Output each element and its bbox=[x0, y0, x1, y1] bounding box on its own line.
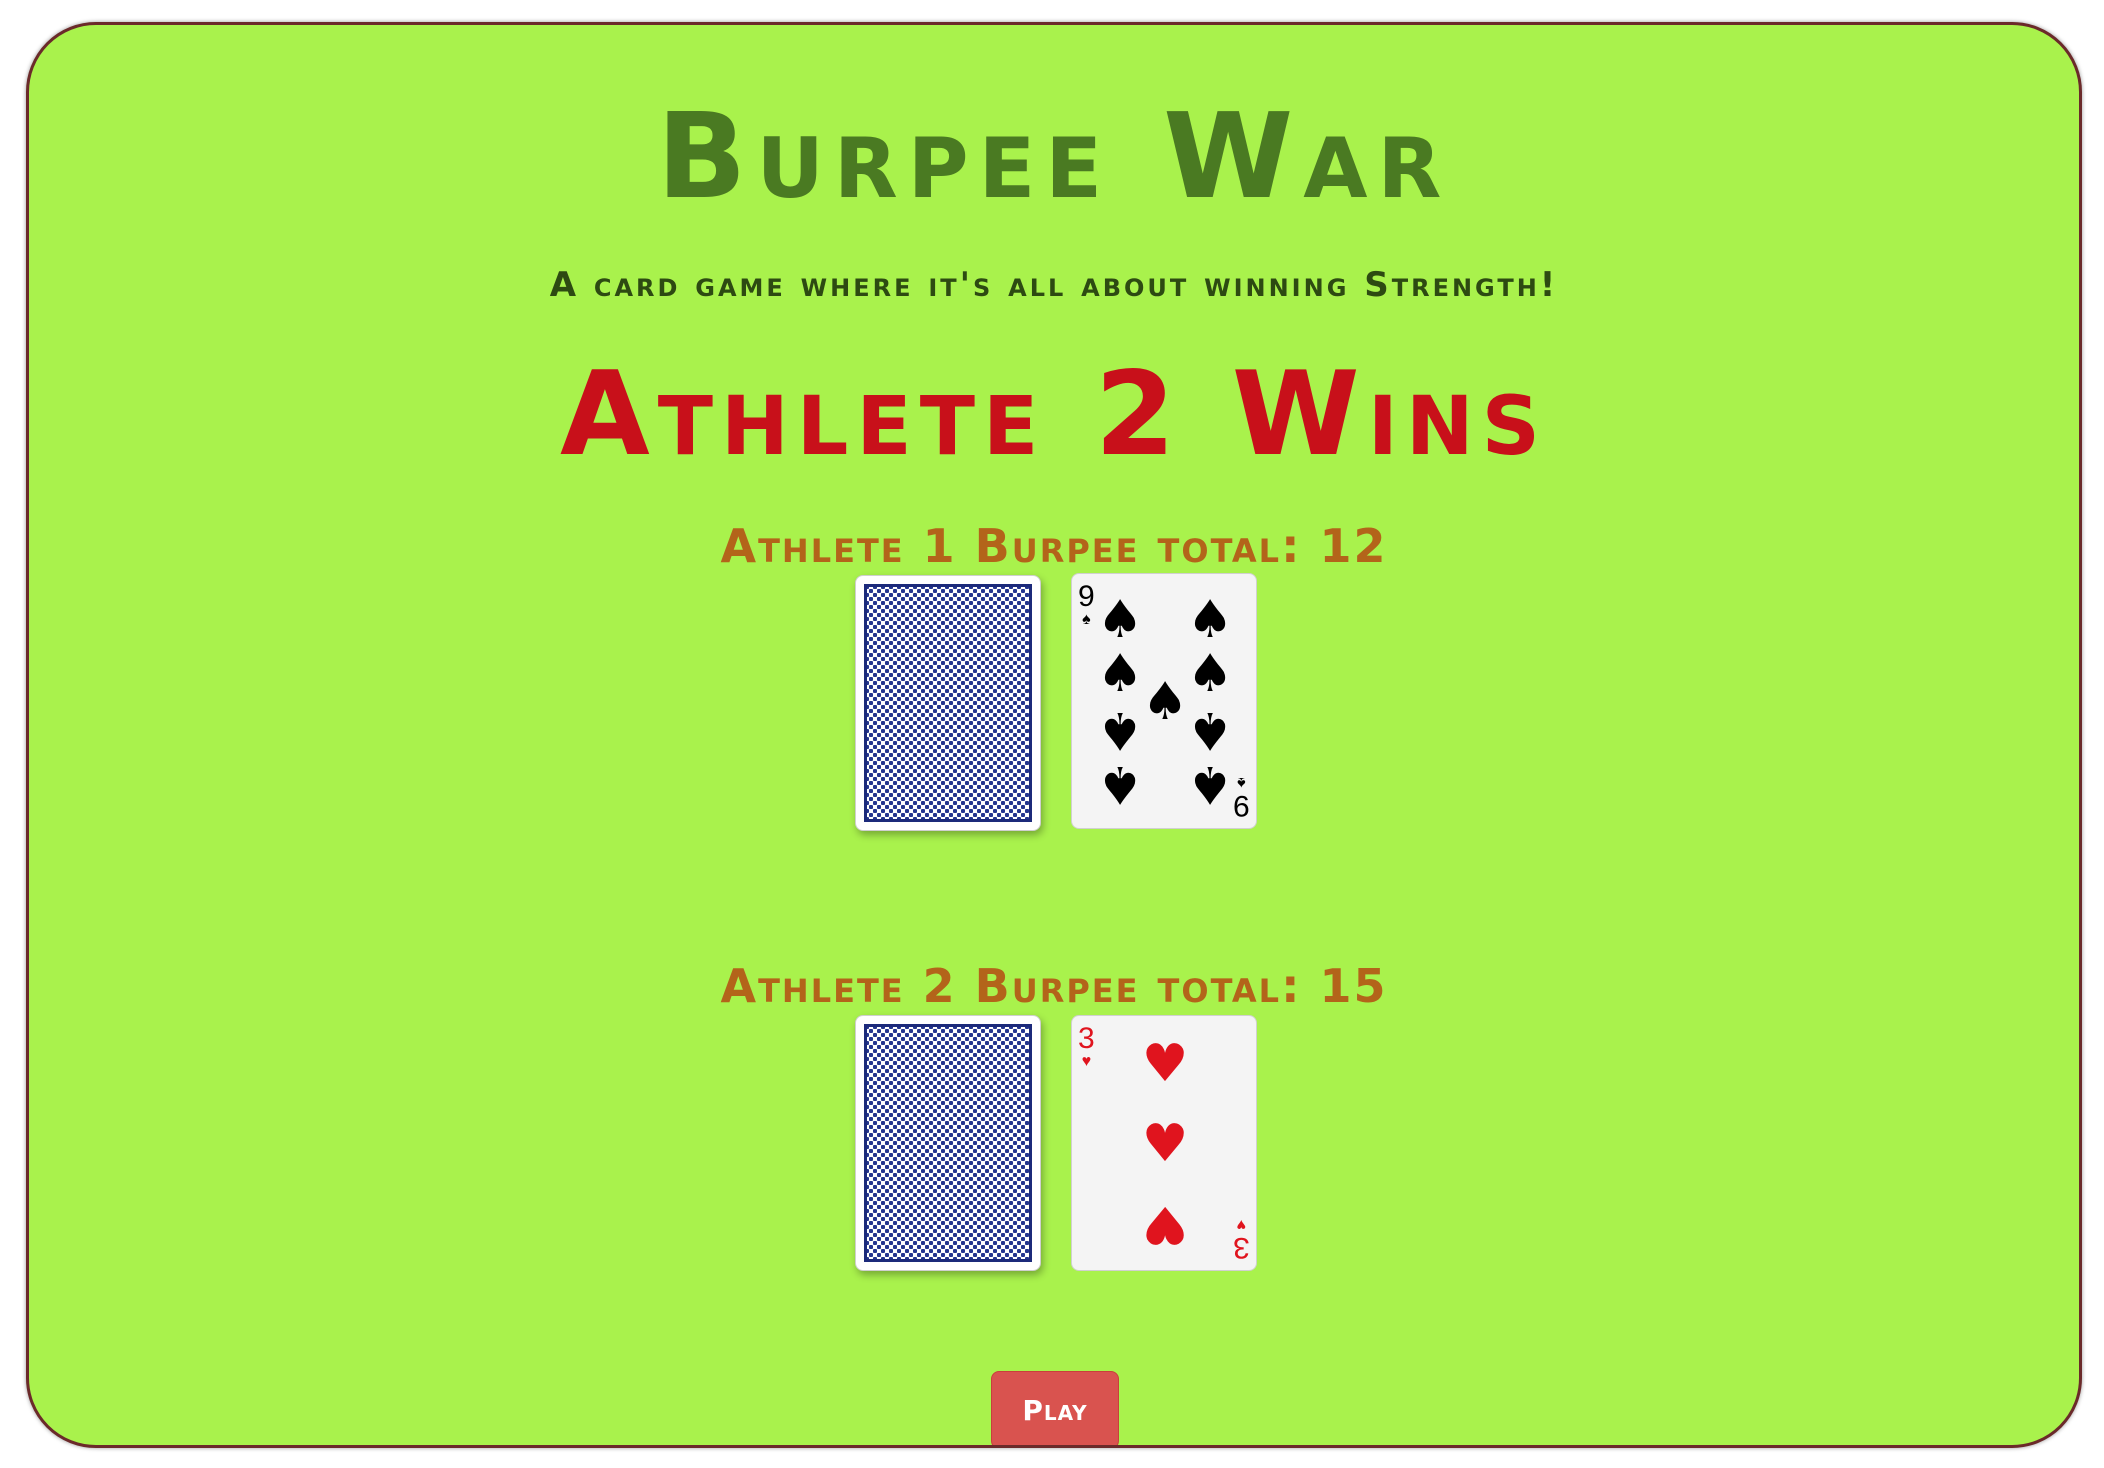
heart-icon: ♥ bbox=[1081, 1053, 1092, 1070]
game-board: Burpee War A card game where it's all ab… bbox=[26, 22, 2082, 1448]
spade-icon: ♠ bbox=[1096, 590, 1144, 650]
card-back-pattern bbox=[864, 1024, 1032, 1262]
athlete-2-face-card: 3 ♥ ♥ ♥ ♥ 3 ♥ bbox=[1071, 1015, 1257, 1271]
spade-icon: ♠ bbox=[1237, 774, 1246, 791]
heart-icon: ♥ bbox=[1141, 1194, 1189, 1254]
athlete-1-face-card: 9 ♠ ♠ ♠ ♠ ♠ ♠ ♠ ♠ ♠ ♠ 9 ♠ bbox=[1071, 573, 1257, 829]
heart-icon: ♥ bbox=[1141, 1114, 1189, 1174]
spade-icon: ♠ bbox=[1096, 754, 1144, 814]
card-rank: 3 bbox=[1233, 1231, 1250, 1264]
card-corner-top: 9 ♠ bbox=[1078, 582, 1095, 628]
athlete-1-total: Athlete 1 Burpee total: 12 bbox=[720, 519, 1388, 573]
card-corner-bottom: 3 ♥ bbox=[1233, 1216, 1250, 1264]
spade-icon: ♠ bbox=[1186, 590, 1234, 650]
card-rank: 3 bbox=[1078, 1022, 1095, 1055]
winner-banner: Athlete 2 Wins bbox=[559, 347, 1549, 482]
card-rank: 9 bbox=[1078, 580, 1095, 613]
heart-icon: ♥ bbox=[1236, 1216, 1247, 1233]
card-corner-top: 3 ♥ bbox=[1078, 1024, 1095, 1070]
athlete-2-deck-card-back[interactable] bbox=[855, 1015, 1041, 1271]
card-rank: 9 bbox=[1233, 789, 1250, 822]
game-title: Burpee War bbox=[656, 87, 1452, 225]
athlete-1-deck-card-back[interactable] bbox=[855, 575, 1041, 831]
spade-icon: ♠ bbox=[1186, 644, 1234, 704]
game-subtitle: A card game where it's all about winning… bbox=[549, 265, 1559, 305]
heart-icon: ♥ bbox=[1141, 1034, 1189, 1094]
play-button[interactable]: Play bbox=[991, 1371, 1119, 1445]
spade-icon: ♠ bbox=[1186, 700, 1234, 760]
card-back-pattern bbox=[864, 584, 1032, 822]
spade-icon: ♠ bbox=[1186, 754, 1234, 814]
athlete-2-total: Athlete 2 Burpee total: 15 bbox=[720, 959, 1388, 1013]
card-corner-bottom: 9 ♠ bbox=[1233, 774, 1250, 822]
spade-icon: ♠ bbox=[1082, 611, 1091, 628]
spade-icon: ♠ bbox=[1096, 700, 1144, 760]
